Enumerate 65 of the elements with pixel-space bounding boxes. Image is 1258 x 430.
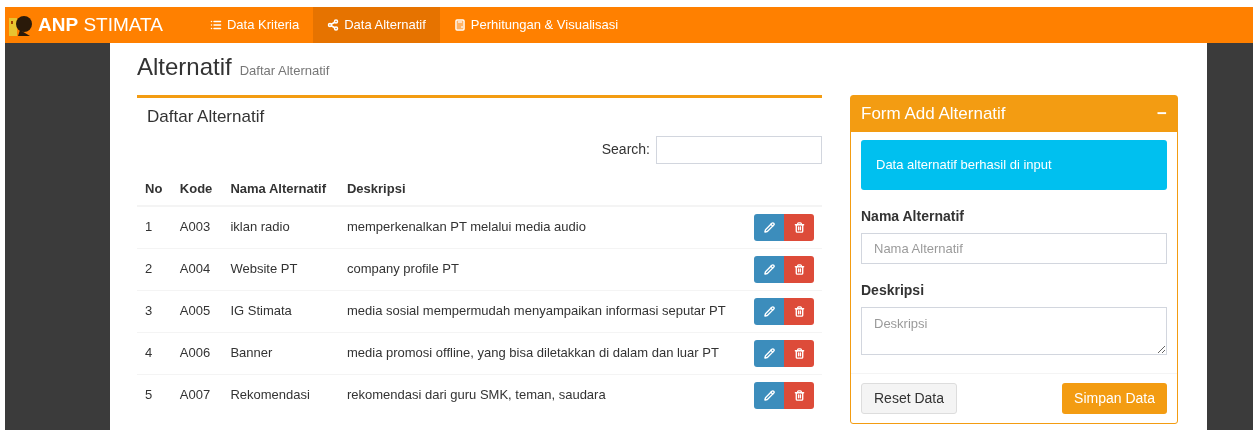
table-cell: memperkenalkan PT melalui media audio xyxy=(338,206,751,248)
collapse-button[interactable]: − xyxy=(1157,101,1167,127)
column-header: Nama Alternatif xyxy=(222,171,339,206)
nav-tab[interactable]: Perhitungan & Visualisasi xyxy=(439,7,633,43)
delete-button[interactable] xyxy=(784,297,814,325)
trash-icon xyxy=(793,347,805,359)
field-label: Nama Alternatif xyxy=(861,206,965,226)
table-cell: Banner xyxy=(222,332,339,374)
pencil-icon xyxy=(763,389,775,401)
panel-title: Daftar Alternatif xyxy=(146,106,266,128)
table-cell: 4 xyxy=(137,332,172,374)
table-cell: A005 xyxy=(171,290,223,332)
pencil-icon xyxy=(763,221,775,233)
field-label: Deskripsi xyxy=(861,280,926,300)
table-cell: 5 xyxy=(137,374,172,416)
search-field[interactable] xyxy=(656,135,822,164)
save-button[interactable]: Simpan Data xyxy=(1062,382,1167,414)
edit-button[interactable] xyxy=(754,297,784,325)
trash-icon xyxy=(793,389,805,401)
table-cell: IG Stimata xyxy=(222,290,339,332)
pencil-icon xyxy=(763,305,775,317)
table-cell: A003 xyxy=(171,206,223,248)
share-icon xyxy=(327,19,340,31)
column-header: Kode xyxy=(171,171,223,206)
page-title: Alternatif xyxy=(137,52,232,82)
table-cell: 1 xyxy=(137,206,172,248)
edit-button[interactable] xyxy=(754,381,784,409)
name-field[interactable]: Nama Alternatif xyxy=(861,232,1167,264)
table-cell: A006 xyxy=(171,332,223,374)
reset-button[interactable]: Reset Data xyxy=(861,382,958,414)
calculator-icon xyxy=(453,19,466,31)
success-alert: Data alternatif berhasil di input xyxy=(861,140,1167,190)
pencil-icon xyxy=(763,347,775,359)
table-cell: Website PT xyxy=(222,248,339,290)
delete-button[interactable] xyxy=(784,213,814,241)
brand-name[interactable]: ANP STIMATA xyxy=(38,10,163,40)
column-header: No xyxy=(137,171,172,206)
column-header: Deskripsi xyxy=(338,171,751,206)
edit-button[interactable] xyxy=(754,213,784,241)
delete-button[interactable] xyxy=(784,339,814,367)
table-cell: rekomendasi dari guru SMK, teman, saudara xyxy=(338,374,751,416)
list-icon xyxy=(209,19,222,31)
panel-title: Form Add Alternatif xyxy=(861,103,1006,126)
trash-icon xyxy=(793,263,805,275)
delete-button[interactable] xyxy=(784,255,814,283)
description-field[interactable]: Deskripsi xyxy=(861,306,1167,355)
table-cell: iklan radio xyxy=(222,206,339,248)
trash-icon xyxy=(793,221,805,233)
table-cell: 3 xyxy=(137,290,172,332)
table-cell: media promosi offline, yang bisa diletakkan di dalam dan luar PT xyxy=(338,332,751,374)
page-subtitle: Daftar Alternatif xyxy=(239,62,330,80)
delete-button[interactable] xyxy=(784,381,814,409)
pencil-icon xyxy=(763,263,775,275)
table-cell: A007 xyxy=(171,374,223,416)
table-cell: media sosial mempermudah menyampaikan informasi seputar PT xyxy=(338,290,751,332)
table-cell: A004 xyxy=(171,248,223,290)
nav-tab[interactable]: Data Kriteria xyxy=(195,7,314,43)
table-cell: Rekomendasi xyxy=(222,374,339,416)
nav-tab[interactable]: Data Alternatif xyxy=(313,7,440,43)
search-label: Search: xyxy=(601,140,650,159)
edit-button[interactable] xyxy=(754,339,784,367)
table-cell: 2 xyxy=(137,248,172,290)
trash-icon xyxy=(793,305,805,317)
edit-button[interactable] xyxy=(754,255,784,283)
table-cell: company profile PT xyxy=(338,248,751,290)
